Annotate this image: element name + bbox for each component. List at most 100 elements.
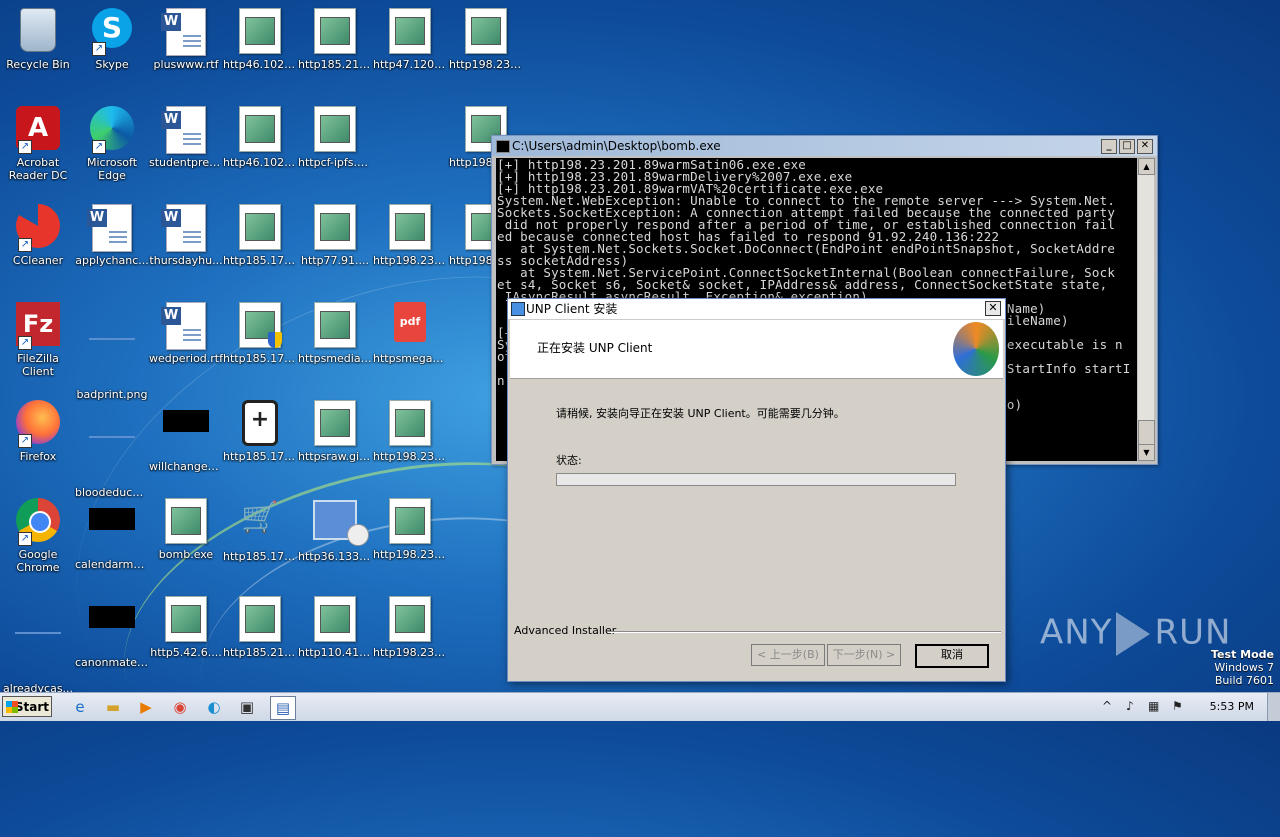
cancel-button[interactable]: 取消 <box>915 644 989 668</box>
installer-brand: Advanced Installer <box>514 624 617 637</box>
media-player-icon[interactable]: ▶ <box>134 696 158 718</box>
back-button[interactable]: < 上一步(B) <box>751 644 825 666</box>
desktop-icon-label: Skype <box>95 58 129 71</box>
desktop-icon[interactable]: bomb.exe <box>148 494 224 586</box>
desktop-icon[interactable]: Recycle Bin <box>0 4 76 96</box>
desktop-icon[interactable]: http198.23.... <box>372 494 448 586</box>
file-shield-icon <box>236 302 284 350</box>
start-button[interactable]: Start <box>2 696 52 717</box>
desktop-icon[interactable]: ↗ Firefox <box>0 396 76 488</box>
console-taskbar-icon[interactable]: ▣ <box>235 696 259 718</box>
desktop-icon[interactable]: http46.102.... <box>222 102 298 194</box>
desktop-icon[interactable]: http46.102.... <box>222 4 298 96</box>
installer-dialog[interactable]: UNP Client 安装 ✕ 正在安装 UNP Client 请稍候, 安装向… <box>507 298 1006 682</box>
divider <box>608 631 1001 633</box>
desktop-icon[interactable]: httpsmediafi... <box>297 298 373 390</box>
desktop-icon[interactable]: alreadycas... <box>0 592 76 695</box>
desktop-icon[interactable]: bloodeduca... <box>74 396 150 499</box>
shortcut-arrow-icon: ↗ <box>92 42 106 56</box>
desktop-icon[interactable]: Wapplychanc... <box>74 200 150 292</box>
desktop-icon-label: Google Chrome <box>16 548 60 574</box>
desktop-icon[interactable]: canonmater... <box>74 592 150 684</box>
desktop-icon[interactable]: http5.42.6.... <box>148 592 224 684</box>
desktop-icon[interactable]: http185.21.... <box>297 4 373 96</box>
desktop-icon[interactable]: ↗ CCleaner <box>0 200 76 292</box>
desktop-icon[interactable]: Wstudentpres... <box>148 102 224 194</box>
desktop-icon[interactable]: willchanges... <box>148 396 224 488</box>
desktop-icon-label: pluswww.rtf <box>153 58 219 71</box>
console-scrollbar[interactable]: ▲ ▼ <box>1138 158 1155 461</box>
desktop-icon[interactable]: Fz ↗ FileZilla Client <box>0 298 76 390</box>
console-titlebar[interactable]: C:\Users\admin\Desktop\bomb.exe _ □ ✕ <box>492 136 1157 156</box>
desktop-icon[interactable]: S ↗ Skype <box>74 4 150 96</box>
desktop-icon[interactable]: 🛒 http185.17.... <box>222 494 298 586</box>
desktop-icon[interactable]: ↗ Google Chrome <box>0 494 76 586</box>
maximize-button[interactable]: □ <box>1119 139 1135 154</box>
installer-heading: 正在安装 UNP Client <box>537 341 653 355</box>
desktop-icon[interactable]: http198.23.... <box>372 592 448 684</box>
file-icon <box>462 8 510 56</box>
file-icon <box>311 400 359 448</box>
desktop-icon[interactable]: Wthursdayhu... <box>148 200 224 292</box>
desktop-icon-label: Recycle Bin <box>6 58 70 71</box>
file-icon <box>311 596 359 644</box>
rtf-file-icon: W <box>87 204 136 252</box>
test-mode-line1: Test Mode <box>1211 648 1274 661</box>
folder-icon[interactable]: ▬ <box>101 696 125 718</box>
close-button[interactable]: ✕ <box>985 301 1001 316</box>
windows-logo-icon <box>6 701 18 713</box>
action-center-icon[interactable]: ⚑ <box>1172 699 1183 713</box>
edge-taskbar-icon[interactable]: ◐ <box>202 696 226 718</box>
desktop-icon[interactable]: http185.17.... <box>222 298 298 390</box>
desktop-icon[interactable]: httpcf-ipfs.c... <box>297 102 373 194</box>
chrome-taskbar-icon[interactable]: ◉ <box>168 696 192 718</box>
desktop-icon[interactable]: calendarmet... <box>74 494 150 586</box>
desktop-icon[interactable]: httpsraw.git... <box>297 396 373 488</box>
desktop-icon[interactable]: http36.133.... <box>297 494 373 586</box>
next-button[interactable]: 下一步(N) > <box>827 644 901 666</box>
desktop-icon[interactable]: A ↗ Acrobat Reader DC <box>0 102 76 194</box>
desktop-icon[interactable]: Wwedperiod.rtf <box>148 298 224 390</box>
first-aid-kit-icon: + <box>236 400 284 448</box>
show-desktop-button[interactable] <box>1267 693 1280 721</box>
file-icon <box>311 204 359 252</box>
clock[interactable]: 5:53 PM <box>1210 700 1254 713</box>
close-button[interactable]: ✕ <box>1137 139 1153 154</box>
file-icon <box>236 106 284 154</box>
installer-titlebar[interactable]: UNP Client 安装 ✕ <box>508 299 1005 320</box>
desktop-icon[interactable]: Wpluswww.rtf <box>148 4 224 96</box>
desktop-icon[interactable]: http198.23.... <box>372 200 448 292</box>
system-tray: ^ ♪ ▦ ⚑ 5:53 PM <box>1100 693 1280 721</box>
desktop-icon-label: http185.21.... <box>298 58 373 71</box>
scroll-up-icon[interactable]: ▲ <box>1138 158 1155 175</box>
rtf-file-icon: W <box>161 8 210 56</box>
installer-taskbar-icon[interactable]: ▤ <box>270 696 296 720</box>
file-icon <box>311 302 359 350</box>
scroll-down-icon[interactable]: ▼ <box>1138 444 1155 461</box>
progress-bar <box>556 473 956 486</box>
desktop-icon-label: http5.42.6.... <box>150 646 222 659</box>
desktop-icon[interactable]: http47.120.... <box>372 4 448 96</box>
internet-explorer-icon[interactable]: e <box>68 696 92 718</box>
installer-header: 正在安装 UNP Client <box>510 320 1003 379</box>
desktop-icon[interactable]: http110.41.... <box>297 592 373 684</box>
desktop-icon[interactable]: http198.23.... <box>448 4 524 96</box>
volume-icon[interactable]: ♪ <box>1126 699 1134 713</box>
desktop-icon[interactable]: + http185.17.... <box>222 396 298 488</box>
network-icon[interactable]: ▦ <box>1148 699 1159 713</box>
desktop-icon[interactable]: pdf httpsmegab... <box>372 298 448 390</box>
show-hidden-icons-icon[interactable]: ^ <box>1102 699 1112 713</box>
desktop-icon-label: http110.41.... <box>298 646 373 659</box>
desktop-icon-label: http36.133.... <box>298 550 373 563</box>
minimize-button[interactable]: _ <box>1101 139 1117 154</box>
desktop-icon[interactable]: badprint.png <box>74 298 150 401</box>
desktop-icon[interactable]: http185.21.... <box>222 592 298 684</box>
desktop-icon[interactable]: http198.23.... <box>372 396 448 488</box>
desktop-icon[interactable]: http77.91.... <box>297 200 373 292</box>
desktop-icon[interactable]: ↗ Microsoft Edge <box>74 102 150 194</box>
desktop-icon-label: httpsraw.git... <box>298 450 373 463</box>
image-file-icon <box>88 508 136 556</box>
ccleaner-icon: ↗ <box>14 204 62 252</box>
computer-disc-icon <box>311 500 369 548</box>
desktop-icon[interactable]: http185.17.... <box>222 200 298 292</box>
